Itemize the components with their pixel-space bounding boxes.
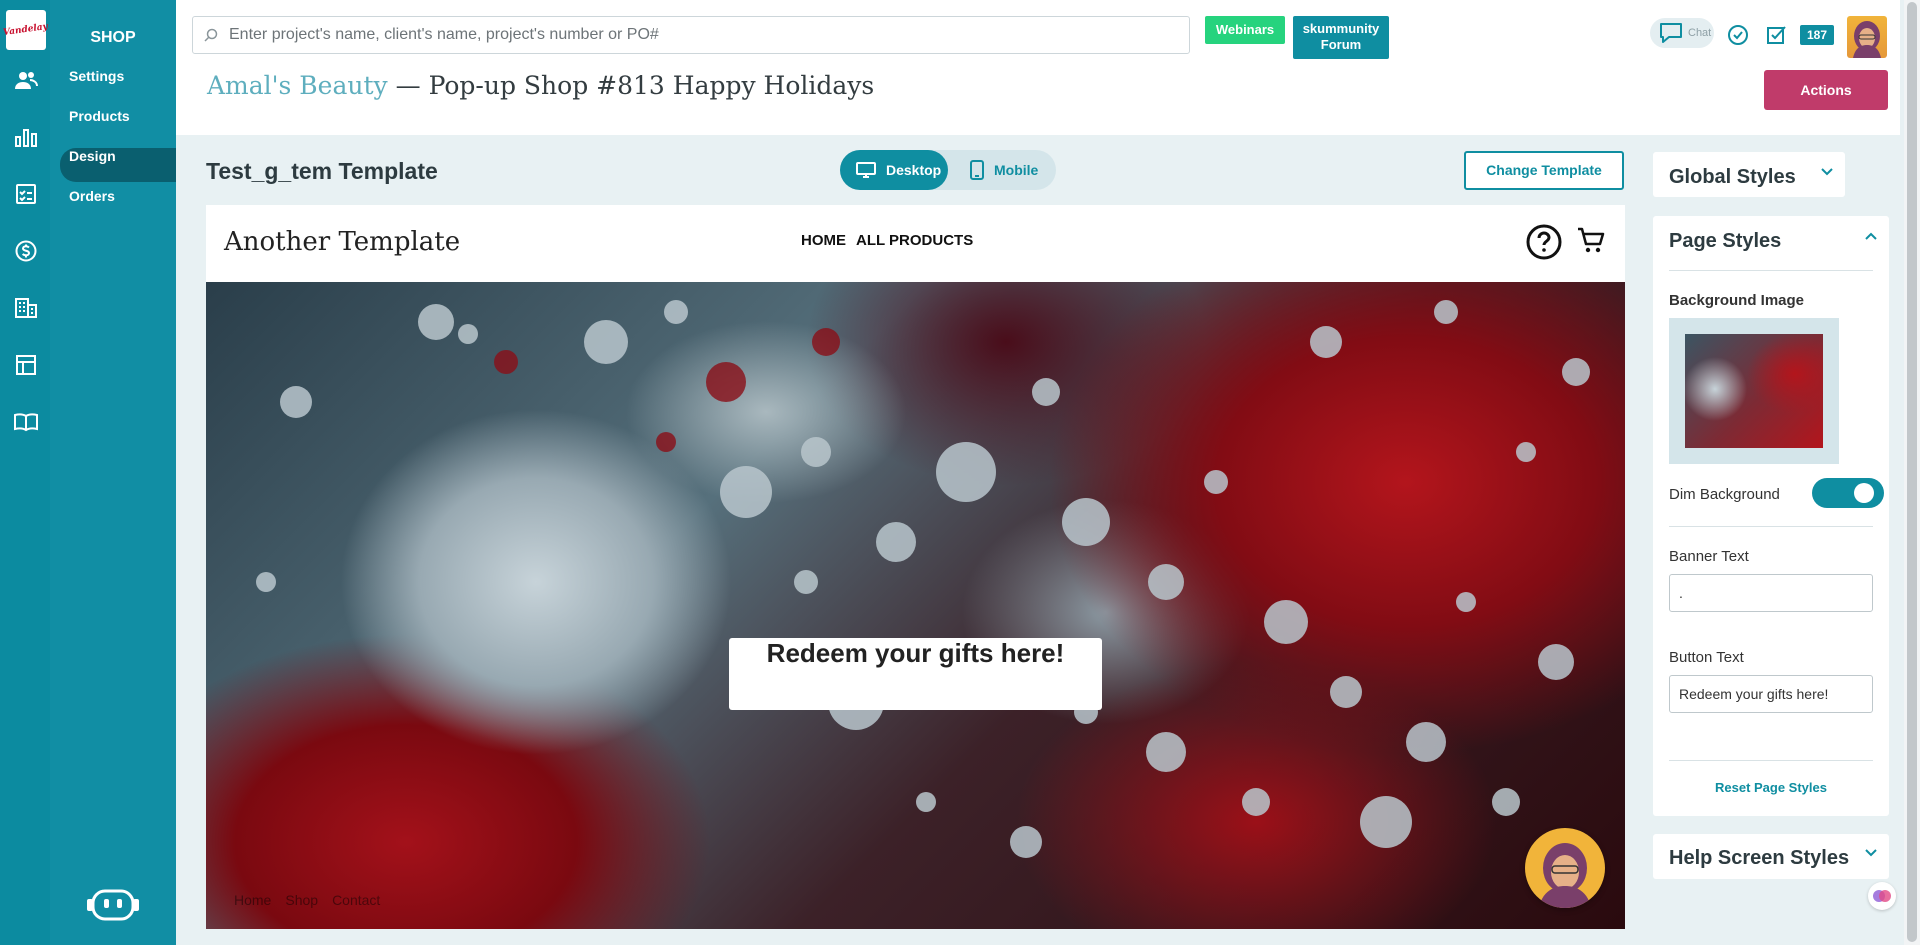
preview-nav-home[interactable]: HOME xyxy=(801,232,846,249)
actions-button[interactable]: Actions xyxy=(1764,70,1888,110)
footer-link-shop[interactable]: Shop xyxy=(285,892,318,908)
dim-background-toggle[interactable] xyxy=(1812,478,1884,508)
view-toggle: Desktop Mobile xyxy=(840,150,1056,190)
clock-check-icon[interactable] xyxy=(1727,24,1749,46)
building-icon[interactable] xyxy=(14,296,38,320)
top-bar: Webinars skummunity Forum Chat 187 xyxy=(176,0,1900,135)
help-screen-styles-header: Help Screen Styles xyxy=(1669,847,1850,869)
forum-button[interactable]: skummunity Forum xyxy=(1293,16,1389,59)
project-title: Pop-up Shop #813 Happy Holidays xyxy=(428,71,875,100)
page-styles-header[interactable]: Page Styles xyxy=(1669,230,1781,253)
footer-link-home[interactable]: Home xyxy=(234,892,271,908)
global-styles-panel[interactable]: Global Styles xyxy=(1653,152,1845,197)
desktop-icon xyxy=(856,162,876,178)
subnav-item-settings[interactable]: Settings xyxy=(60,68,176,102)
button-text-input[interactable] xyxy=(1669,675,1873,713)
subnav-item-design[interactable]: Design xyxy=(60,148,176,182)
banner-text-label: Banner Text xyxy=(1669,548,1749,565)
scrollbar-thumb[interactable] xyxy=(1907,2,1917,942)
mobile-icon xyxy=(970,160,984,180)
bar-chart-icon[interactable] xyxy=(14,125,38,149)
app-logo[interactable]: Vandelay xyxy=(3,10,49,50)
mobile-label: Mobile xyxy=(994,162,1039,178)
book-icon[interactable] xyxy=(14,410,38,434)
preview-nav: HOME ALL PRODUCTS xyxy=(801,232,983,249)
support-chat-avatar[interactable] xyxy=(1525,828,1605,908)
client-link[interactable]: Amal's Beauty xyxy=(207,71,388,100)
page-scrollbar[interactable] xyxy=(1904,0,1920,945)
banner-text-input[interactable] xyxy=(1669,574,1873,612)
title-separator: — xyxy=(387,71,429,100)
divider xyxy=(1669,760,1873,761)
page-styles-panel: Page Styles Background Image Dim Backgro… xyxy=(1653,216,1889,816)
notification-badge[interactable]: 187 xyxy=(1800,25,1834,45)
global-styles-header: Global Styles xyxy=(1669,166,1796,188)
table-icon[interactable] xyxy=(14,353,38,377)
divider xyxy=(1669,270,1873,271)
search-input[interactable] xyxy=(229,17,1179,53)
checklist-icon[interactable] xyxy=(14,182,38,206)
footer-link-contact[interactable]: Contact xyxy=(332,892,380,908)
help-screen-styles-panel[interactable]: Help Screen Styles xyxy=(1653,834,1889,879)
chat-label: Chat xyxy=(1688,27,1712,39)
dim-background-label: Dim Background xyxy=(1669,486,1780,503)
background-image-picker[interactable] xyxy=(1669,318,1839,464)
preview-header: Another Template HOME ALL PRODUCTS xyxy=(206,205,1625,282)
preview-brand: Another Template xyxy=(224,227,461,257)
tasks-icon[interactable] xyxy=(1766,24,1788,46)
search-icon xyxy=(204,28,218,42)
webinars-button[interactable]: Webinars xyxy=(1205,16,1285,44)
marble-texture xyxy=(256,300,1590,858)
chat-icon xyxy=(1660,23,1682,43)
forum-label-line2: Forum xyxy=(1320,37,1362,52)
robot-icon[interactable] xyxy=(83,887,143,923)
help-icon[interactable] xyxy=(1526,224,1562,260)
user-avatar[interactable] xyxy=(1847,16,1887,58)
preview-nav-all-products[interactable]: ALL PRODUCTS xyxy=(856,232,973,249)
chevron-up-icon[interactable] xyxy=(1865,232,1877,240)
chat-button[interactable]: Chat xyxy=(1650,18,1714,48)
shop-subnav: SHOP Settings Products Design Orders xyxy=(50,0,176,945)
template-name: Test_g_tem Template xyxy=(206,158,438,184)
background-image-thumbnail xyxy=(1685,334,1823,448)
change-template-button[interactable]: Change Template xyxy=(1464,151,1624,190)
assistant-widget-icon[interactable] xyxy=(1868,882,1896,910)
subnav-title: SHOP xyxy=(90,29,136,46)
toggle-knob xyxy=(1854,483,1874,503)
cart-icon[interactable] xyxy=(1576,225,1606,255)
users-icon[interactable] xyxy=(14,68,38,92)
subnav-item-products[interactable]: Products xyxy=(60,108,176,142)
preview-footer-links: Home Shop Contact xyxy=(234,892,394,908)
subnav-item-orders[interactable]: Orders xyxy=(60,188,176,222)
logo-text: Vandelay xyxy=(3,21,49,39)
dollar-icon[interactable] xyxy=(14,239,38,263)
desktop-label: Desktop xyxy=(886,162,942,178)
page-title: Amal's Beauty — Pop-up Shop #813 Happy H… xyxy=(207,71,874,100)
hero-cta-button[interactable]: Redeem your gifts here! xyxy=(729,638,1102,710)
forum-label-line1: skummunity xyxy=(1302,21,1380,36)
desktop-view-button[interactable]: Desktop xyxy=(840,150,948,190)
icon-rail: Vandelay xyxy=(0,0,50,945)
hero-banner: Redeem your gifts here! Home Shop Contact xyxy=(206,282,1625,929)
divider xyxy=(1669,526,1873,527)
background-image-label: Background Image xyxy=(1669,292,1805,309)
reset-page-styles-link[interactable]: Reset Page Styles xyxy=(1653,780,1889,795)
chevron-down-icon xyxy=(1865,849,1877,857)
mobile-view-button[interactable]: Mobile xyxy=(948,150,1056,190)
template-preview: Another Template HOME ALL PRODUCTS Redeem… xyxy=(206,205,1625,929)
chevron-down-icon xyxy=(1821,168,1833,176)
button-text-label: Button Text xyxy=(1669,649,1744,666)
search-box xyxy=(192,16,1190,54)
